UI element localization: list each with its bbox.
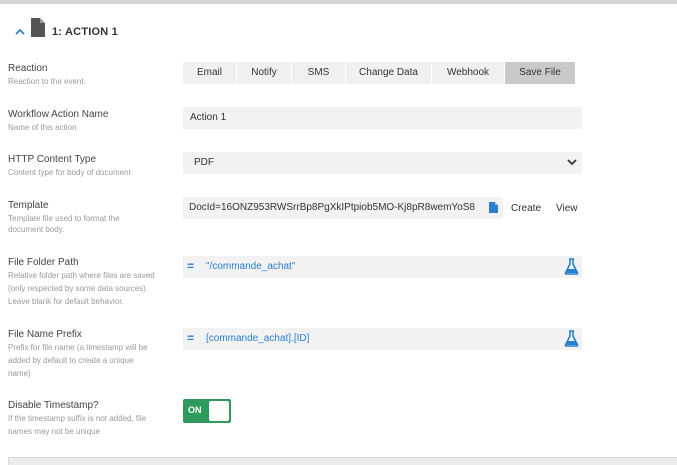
next-section-bar bbox=[8, 457, 677, 465]
http-content-type-label: HTTP Content Type bbox=[8, 154, 97, 165]
file-folder-path-hint-2: (only respected by some data sources). bbox=[8, 284, 149, 293]
file-folder-path-value: "/commande_achat" bbox=[206, 261, 296, 272]
template-value: DocId=16ONZ953RWSrrBp8PgXkIPtpiob5MO-Kj8… bbox=[189, 202, 475, 213]
chevron-up-icon[interactable] bbox=[14, 27, 26, 37]
template-input[interactable]: DocId=16ONZ953RWSrrBp8PgXkIPtpiob5MO-Kj8… bbox=[183, 197, 503, 219]
file-name-prefix-label: File Name Prefix bbox=[8, 329, 82, 340]
disable-timestamp-hint-2: names may not be unique bbox=[8, 427, 101, 436]
tab-webhook[interactable]: Webhook bbox=[432, 62, 505, 84]
file-name-prefix-hint-2: added by default to create a unique bbox=[8, 356, 134, 365]
http-content-type-select[interactable]: PDF bbox=[183, 152, 582, 174]
template-view-button[interactable]: View bbox=[556, 203, 578, 214]
equals-icon: = bbox=[187, 331, 195, 345]
section-header[interactable]: 1: ACTION 1 bbox=[0, 4, 677, 56]
toggle-knob bbox=[209, 401, 229, 421]
template-label: Template bbox=[8, 200, 49, 211]
tab-change-data[interactable]: Change Data bbox=[346, 62, 432, 84]
toggle-on-label: ON bbox=[188, 405, 202, 415]
disable-timestamp-label: Disable Timestamp? bbox=[8, 400, 99, 411]
reaction-label: Reaction bbox=[8, 63, 48, 74]
reaction-hint: Reaction to the event. bbox=[8, 77, 86, 86]
file-folder-path-hint-1: Relative folder path where files are sav… bbox=[8, 271, 155, 280]
file-name-prefix-value: [commande_achat].[ID] bbox=[206, 333, 310, 344]
file-folder-path-hint-3: Leave blank for default behavior. bbox=[8, 297, 124, 306]
equals-icon: = bbox=[187, 259, 195, 273]
file-folder-path-input[interactable]: = "/commande_achat" bbox=[183, 256, 582, 278]
workflow-action-name-hint: Name of this action bbox=[8, 123, 77, 132]
workflow-action-name-value: Action 1 bbox=[190, 112, 227, 123]
tab-email[interactable]: Email bbox=[183, 62, 237, 84]
file-name-prefix-input[interactable]: = [commande_achat].[ID] bbox=[183, 328, 582, 350]
http-content-type-hint: Content type for body of document bbox=[8, 168, 131, 177]
reaction-tabs: Email Notify SMS Change Data Webhook Sav… bbox=[183, 62, 575, 84]
tab-save-file[interactable]: Save File bbox=[505, 62, 575, 84]
disable-timestamp-hint-1: If the timestamp suffix is not added, fi… bbox=[8, 414, 147, 423]
template-hint-2: document body. bbox=[8, 225, 65, 234]
file-icon[interactable] bbox=[489, 202, 498, 213]
file-folder-path-label: File Folder Path bbox=[8, 257, 79, 268]
disable-timestamp-toggle[interactable]: ON bbox=[183, 399, 231, 423]
http-content-type-value: PDF bbox=[194, 157, 214, 168]
flask-icon[interactable] bbox=[564, 258, 579, 275]
chevron-down-icon bbox=[567, 159, 577, 166]
template-hint-1: Template file used to format the bbox=[8, 214, 120, 223]
document-icon bbox=[31, 18, 45, 37]
workflow-action-name-input[interactable]: Action 1 bbox=[183, 107, 582, 129]
tab-sms[interactable]: SMS bbox=[292, 62, 346, 84]
tab-notify[interactable]: Notify bbox=[237, 62, 292, 84]
flask-icon[interactable] bbox=[564, 330, 579, 347]
workflow-action-name-label: Workflow Action Name bbox=[8, 109, 109, 120]
file-name-prefix-hint-3: name) bbox=[8, 369, 31, 378]
file-name-prefix-hint-1: Prefix for file name (a timestamp will b… bbox=[8, 343, 148, 352]
section-title: 1: ACTION 1 bbox=[52, 26, 118, 38]
template-create-button[interactable]: Create bbox=[511, 203, 541, 214]
